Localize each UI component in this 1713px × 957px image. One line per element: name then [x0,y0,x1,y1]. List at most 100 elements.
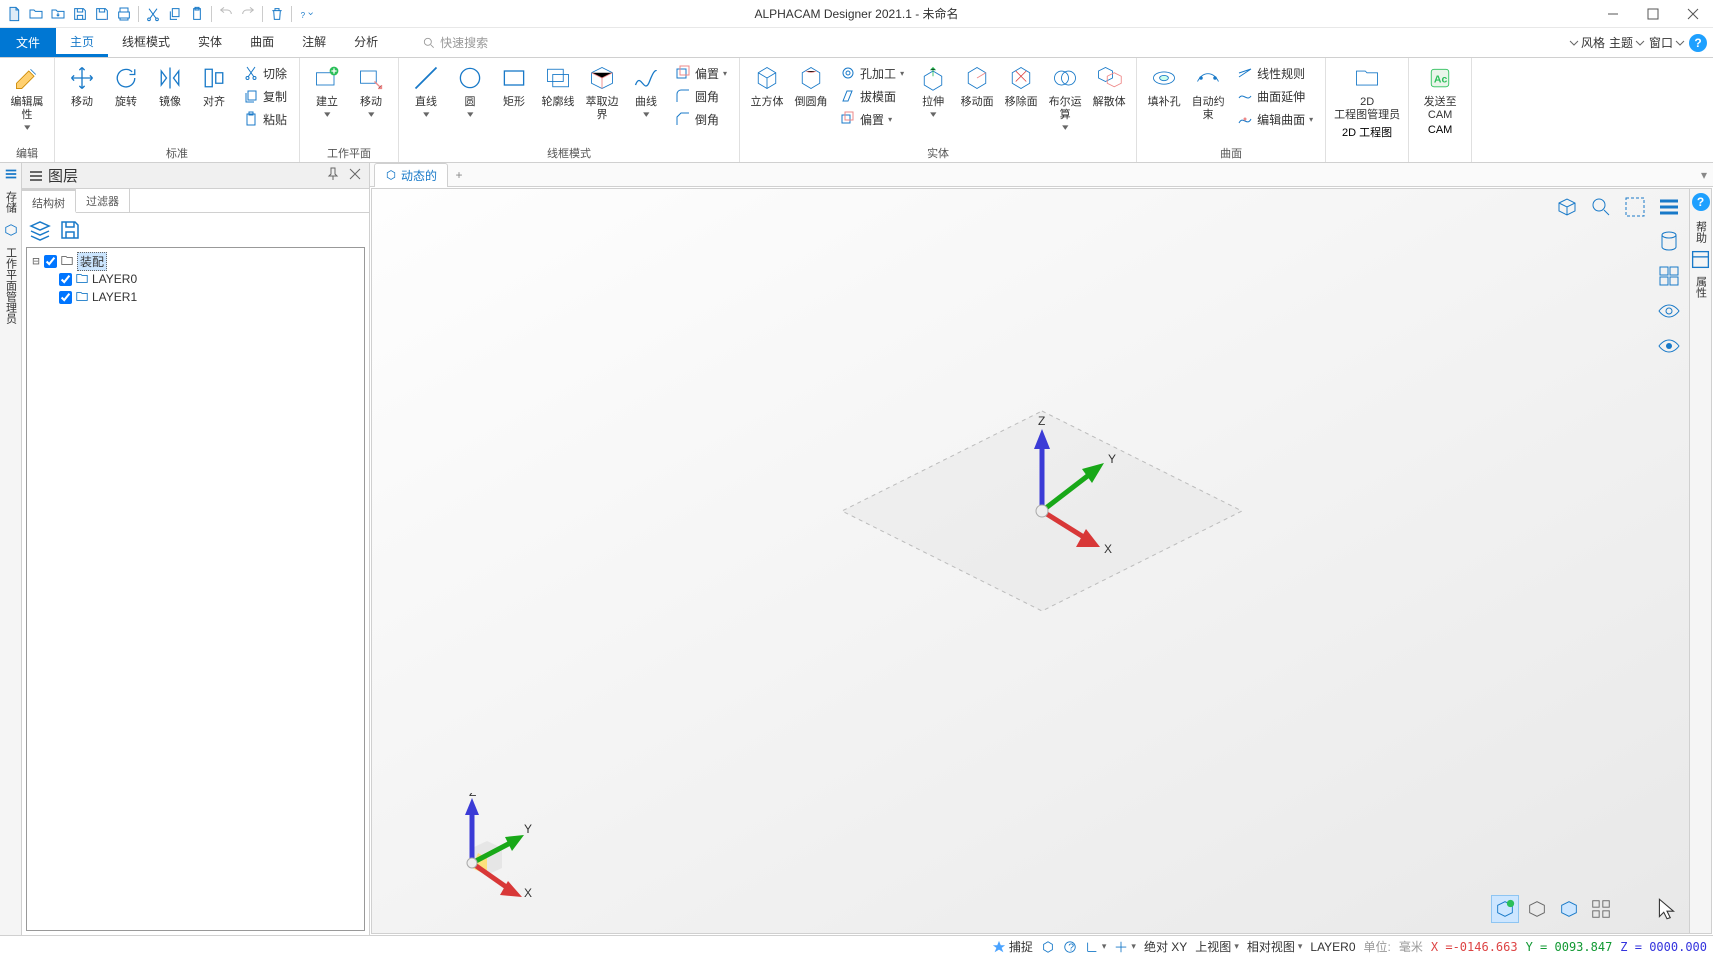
view-cube-icon[interactable] [1555,195,1579,222]
select-mode-4[interactable] [1587,895,1615,923]
tab-solid[interactable]: 实体 [184,28,236,57]
draftface-button[interactable]: 拔模面 [836,85,908,107]
pull-button[interactable]: 拉伸▾ [912,60,954,120]
close-icon[interactable] [347,166,363,185]
file-tab[interactable]: 文件 [0,28,56,57]
view-dropdown[interactable]: ▾ [1695,168,1713,182]
quick-search[interactable]: 快速搜索 [422,28,488,57]
layers-icon[interactable] [28,218,52,242]
panel-tab-filter[interactable]: 过滤器 [76,189,130,212]
offset-button[interactable]: 偏置▾ [671,62,731,84]
import-icon[interactable] [48,4,68,24]
removeface-button[interactable]: 移除面 [1000,60,1042,109]
tab-surface[interactable]: 曲面 [236,28,288,57]
status-axis-icon[interactable] [1085,940,1107,954]
tab-home[interactable]: 主页 [56,28,108,57]
select-mode-1[interactable] [1491,895,1519,923]
chamfer-button[interactable]: 倒角 [671,108,731,130]
menu-icon[interactable] [1657,195,1681,222]
align-button[interactable]: 对齐 [193,60,235,109]
cylinder-icon[interactable] [1657,229,1681,256]
layer1-checkbox[interactable] [59,291,72,304]
send-cam-button[interactable]: Ac 发送至CAM [1415,60,1465,122]
fillhole-button[interactable]: 填补孔 [1143,60,1185,109]
mirror-button[interactable]: 镜像 [149,60,191,109]
edit-attrs-button[interactable]: 编辑属性▾ [6,60,48,133]
contour-button[interactable]: 轮廓线 [537,60,579,109]
linerule-button[interactable]: 线性规则 [1233,62,1317,84]
status-help-icon[interactable]: ? [1063,940,1077,954]
boolean-button[interactable]: 布尔运算▾ [1044,60,1086,133]
move-button[interactable]: 移动 [61,60,103,109]
editcurve-button[interactable]: 编辑曲面▾ [1233,108,1317,130]
cube-button[interactable]: 立方体 [746,60,788,109]
select-mode-2[interactable] [1523,895,1551,923]
status-relview[interactable]: 相对视图 [1247,938,1303,955]
rail-wp-mgr[interactable]: 工作平面管理员 [3,243,19,328]
rail-storage[interactable]: 存储 [3,187,19,217]
hole-button[interactable]: 孔加工▾ [836,62,908,84]
create-wp-button[interactable]: 建立▾ [306,60,348,120]
redo-icon[interactable] [238,4,258,24]
undo-icon[interactable] [216,4,236,24]
rail-help[interactable]: 帮助 [1693,221,1709,243]
cursor-icon[interactable] [1653,895,1681,923]
extract-button[interactable]: 萃取边界 [581,60,623,122]
curve-button[interactable]: 曲线▾ [625,60,667,120]
orientation-gizmo[interactable]: Z Y X [442,793,532,903]
status-target-icon[interactable] [1114,940,1136,954]
save-icon[interactable] [70,4,90,24]
delete-icon[interactable] [267,4,287,24]
dissolve-button[interactable]: 解散体 [1088,60,1130,109]
tab-analyze[interactable]: 分析 [340,28,392,57]
rail-props[interactable]: 属性 [1693,276,1709,298]
copy-button[interactable]: 复制 [239,85,291,107]
view-tab-dynamic[interactable]: 动态的 [374,163,448,187]
open-icon[interactable] [26,4,46,24]
pin-icon[interactable] [325,166,341,185]
style-menu[interactable]: 风格 [1569,34,1605,51]
rail-icon[interactable] [4,167,18,181]
tab-annotate[interactable]: 注解 [288,28,340,57]
frame-icon[interactable] [1623,195,1647,222]
theme-menu[interactable]: 主题 [1609,34,1645,51]
moveface-button[interactable]: 移动面 [956,60,998,109]
root-checkbox[interactable] [44,255,57,268]
rotate-button[interactable]: 旋转 [105,60,147,109]
copy-icon[interactable] [165,4,185,24]
minimize-button[interactable] [1593,0,1633,28]
tree-child-0[interactable]: LAYER0 [31,270,360,288]
save-layers-icon[interactable] [58,218,82,242]
rail-icon[interactable] [4,223,18,237]
select-mode-3[interactable] [1555,895,1583,923]
eye1-icon[interactable] [1657,299,1681,326]
surfext-button[interactable]: 曲面延伸 [1233,85,1317,107]
rect-button[interactable]: 矩形 [493,60,535,109]
save-as-icon[interactable] [92,4,112,24]
line-button[interactable]: 直线▾ [405,60,447,120]
tab-wireframe[interactable]: 线框模式 [108,28,184,57]
cut-icon[interactable] [143,4,163,24]
status-topview[interactable]: 上视图 [1195,938,1239,955]
circle-button[interactable]: 圆▾ [449,60,491,120]
round-button[interactable]: 倒圆角 [790,60,832,109]
fillet-button[interactable]: 圆角 [671,85,731,107]
solid-offset-button[interactable]: 偏置▾ [836,108,908,130]
grid-icon[interactable] [1657,264,1681,291]
print-icon[interactable] [114,4,134,24]
cut-button[interactable]: 切除 [239,62,291,84]
help-icon[interactable]: ? [1689,34,1707,52]
layer0-checkbox[interactable] [59,273,72,286]
zoom-fit-icon[interactable] [1589,195,1613,222]
status-layer[interactable]: LAYER0 [1310,940,1355,954]
status-snap[interactable]: 捕捉 [992,938,1033,955]
maximize-button[interactable] [1633,0,1673,28]
autoconstrain-button[interactable]: 自动约束 [1187,60,1229,122]
status-abs[interactable]: 绝对 XY [1144,938,1187,955]
viewport[interactable]: Z Y X Z Y [371,188,1712,934]
window-menu[interactable]: 窗口 [1649,34,1685,51]
paste-button[interactable]: 粘贴 [239,108,291,130]
paste-icon[interactable] [187,4,207,24]
help-dropdown-icon[interactable]: ? [296,4,316,24]
eye2-icon[interactable] [1657,334,1681,361]
